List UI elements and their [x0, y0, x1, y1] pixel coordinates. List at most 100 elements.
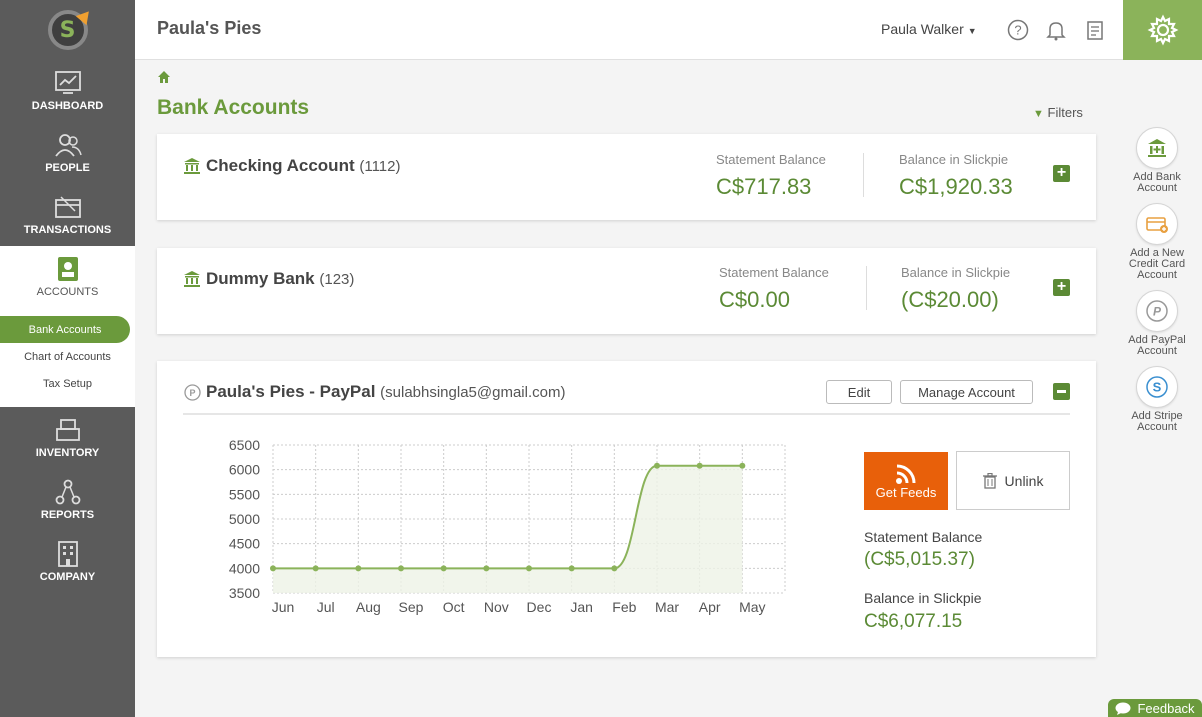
chat-icon [1115, 702, 1131, 715]
slickpie-balance-value: C$6,077.15 [864, 611, 963, 632]
page-title: Bank Accounts [157, 96, 310, 119]
account-card-dummy-bank: Dummy Bank (123) Statement Balance C$0.0… [157, 248, 1096, 334]
statement-balance-value: (C$5,015.37) [864, 549, 975, 570]
filters-label: Filters [1047, 105, 1083, 120]
series-area [273, 465, 743, 593]
nav-reports[interactable]: REPORTS [0, 469, 135, 531]
nav-transactions[interactable]: TRANSACTIONS [0, 184, 135, 246]
expand-button[interactable]: + [1053, 165, 1070, 182]
feedback-button[interactable]: Feedback [1108, 699, 1202, 717]
inventory-icon [55, 419, 80, 441]
feedback-label: Feedback [1137, 700, 1195, 716]
data-point [568, 565, 575, 572]
nav-accounts[interactable]: ACCOUNTS [0, 246, 135, 308]
rss-icon [896, 464, 916, 484]
x-tick-label: May [739, 599, 765, 615]
data-point [312, 565, 319, 572]
add-paypal-action[interactable]: P Add PayPal Account [1122, 290, 1192, 357]
logo-area: S [0, 0, 135, 60]
data-point [654, 462, 660, 469]
collapse-button[interactable] [1053, 383, 1070, 400]
slickpie-balance-value: C$1,920.33 [899, 174, 1013, 199]
sidebar: S DASHBOARD PEOPLE TRANSACTIONS ACCOUNTS… [0, 0, 135, 717]
stripe-icon: S [1146, 376, 1168, 398]
data-point [526, 565, 532, 572]
reports-icon [55, 479, 80, 505]
statement-balance-value: C$0.00 [719, 287, 790, 312]
trash-icon [982, 472, 997, 489]
data-point [355, 565, 362, 572]
slickpie-balance-label: Balance in Slickpie [899, 152, 1009, 167]
caret-down-icon: ▼ [967, 26, 977, 36]
nav-people[interactable]: PEOPLE [0, 122, 135, 184]
statement-balance-label: Statement Balance [864, 529, 983, 545]
divider [866, 266, 867, 310]
subnav-bank-accounts[interactable]: Bank Accounts [0, 316, 130, 343]
home-icon[interactable] [157, 70, 171, 84]
nav-company[interactable]: COMPANY [0, 531, 135, 593]
help-icon[interactable]: ? [1007, 19, 1029, 41]
account-name[interactable]: Checking Account (1112) [206, 156, 400, 176]
subnav-chart-of-accounts[interactable]: Chart of Accounts [0, 343, 135, 370]
x-tick-label: Jul [317, 599, 335, 615]
x-tick-label: Oct [443, 599, 465, 615]
y-tick-label: 6500 [229, 437, 260, 453]
svg-text:S: S [1153, 380, 1162, 395]
accounts-subnav: Bank Accounts Chart of Accounts Tax Setu… [0, 308, 135, 407]
paypal-circle-icon: P [1146, 300, 1168, 322]
nav-inventory[interactable]: INVENTORY [0, 407, 135, 469]
add-bank-account-action[interactable]: Add Bank Account [1122, 127, 1192, 194]
transactions-icon [54, 196, 81, 218]
data-point [483, 565, 490, 572]
expand-button[interactable]: + [1053, 279, 1070, 296]
x-tick-label: Aug [356, 599, 381, 615]
app-logo[interactable]: S [47, 6, 94, 50]
x-tick-label: Dec [527, 599, 552, 615]
subnav-tax-setup[interactable]: Tax Setup [0, 370, 135, 397]
x-tick-label: Jan [570, 599, 593, 615]
slickpie-balance-value: (C$20.00) [901, 287, 999, 312]
get-feeds-button[interactable]: Get Feeds [864, 452, 948, 510]
x-tick-label: Nov [484, 599, 509, 615]
nav-accounts-label: ACCOUNTS [36, 286, 99, 298]
y-tick-label: 4000 [229, 560, 260, 576]
data-point [398, 565, 404, 572]
bell-icon[interactable] [1045, 19, 1067, 41]
user-name: Paula Walker [881, 21, 964, 37]
settings-button[interactable] [1123, 0, 1202, 60]
x-tick-label: Sep [399, 599, 424, 615]
svg-text:P: P [1153, 305, 1162, 319]
filters-button[interactable]: ▼ Filters [1033, 105, 1083, 120]
x-tick-label: Mar [655, 599, 679, 615]
bank-icon [184, 271, 200, 287]
data-point [739, 462, 746, 469]
get-feeds-label: Get Feeds [875, 484, 937, 500]
account-card-paypal: P Paula's Pies - PayPal (sulabhsingla5@g… [157, 361, 1096, 657]
y-tick-label: 5500 [229, 486, 260, 502]
add-credit-card-action[interactable]: Add a New Credit Card Account [1122, 203, 1192, 281]
manage-account-button[interactable]: Manage Account [900, 380, 1033, 404]
nav-transactions-label: TRANSACTIONS [23, 224, 112, 236]
statement-balance-label: Statement Balance [719, 265, 829, 280]
people-icon [54, 134, 82, 157]
y-tick-label: 4500 [229, 536, 260, 552]
unlink-button[interactable]: Unlink [956, 451, 1070, 510]
account-name[interactable]: Dummy Bank (123) [206, 269, 354, 289]
add-stripe-action[interactable]: S Add Stripe Account [1122, 366, 1192, 433]
bank-icon [184, 158, 200, 174]
x-tick-label: Feb [612, 599, 636, 615]
dashboard-icon [54, 71, 81, 94]
y-tick-label: 5000 [229, 511, 260, 527]
user-menu[interactable]: Paula Walker ▼ [881, 21, 977, 37]
account-title: Dummy Bank [206, 269, 315, 288]
nav-dashboard[interactable]: DASHBOARD [0, 60, 135, 122]
notes-icon[interactable] [1084, 19, 1106, 41]
account-number: (1112) [359, 158, 401, 175]
company-icon [57, 541, 78, 567]
company-name: Paula's Pies [157, 18, 262, 38]
add-stripe-label: Add Stripe Account [1131, 410, 1183, 433]
y-tick-label: 6000 [229, 462, 260, 478]
nav-inventory-label: INVENTORY [35, 447, 100, 459]
add-bank-account-label: Add Bank Account [1133, 171, 1181, 194]
account-title: Checking Account [206, 156, 355, 175]
